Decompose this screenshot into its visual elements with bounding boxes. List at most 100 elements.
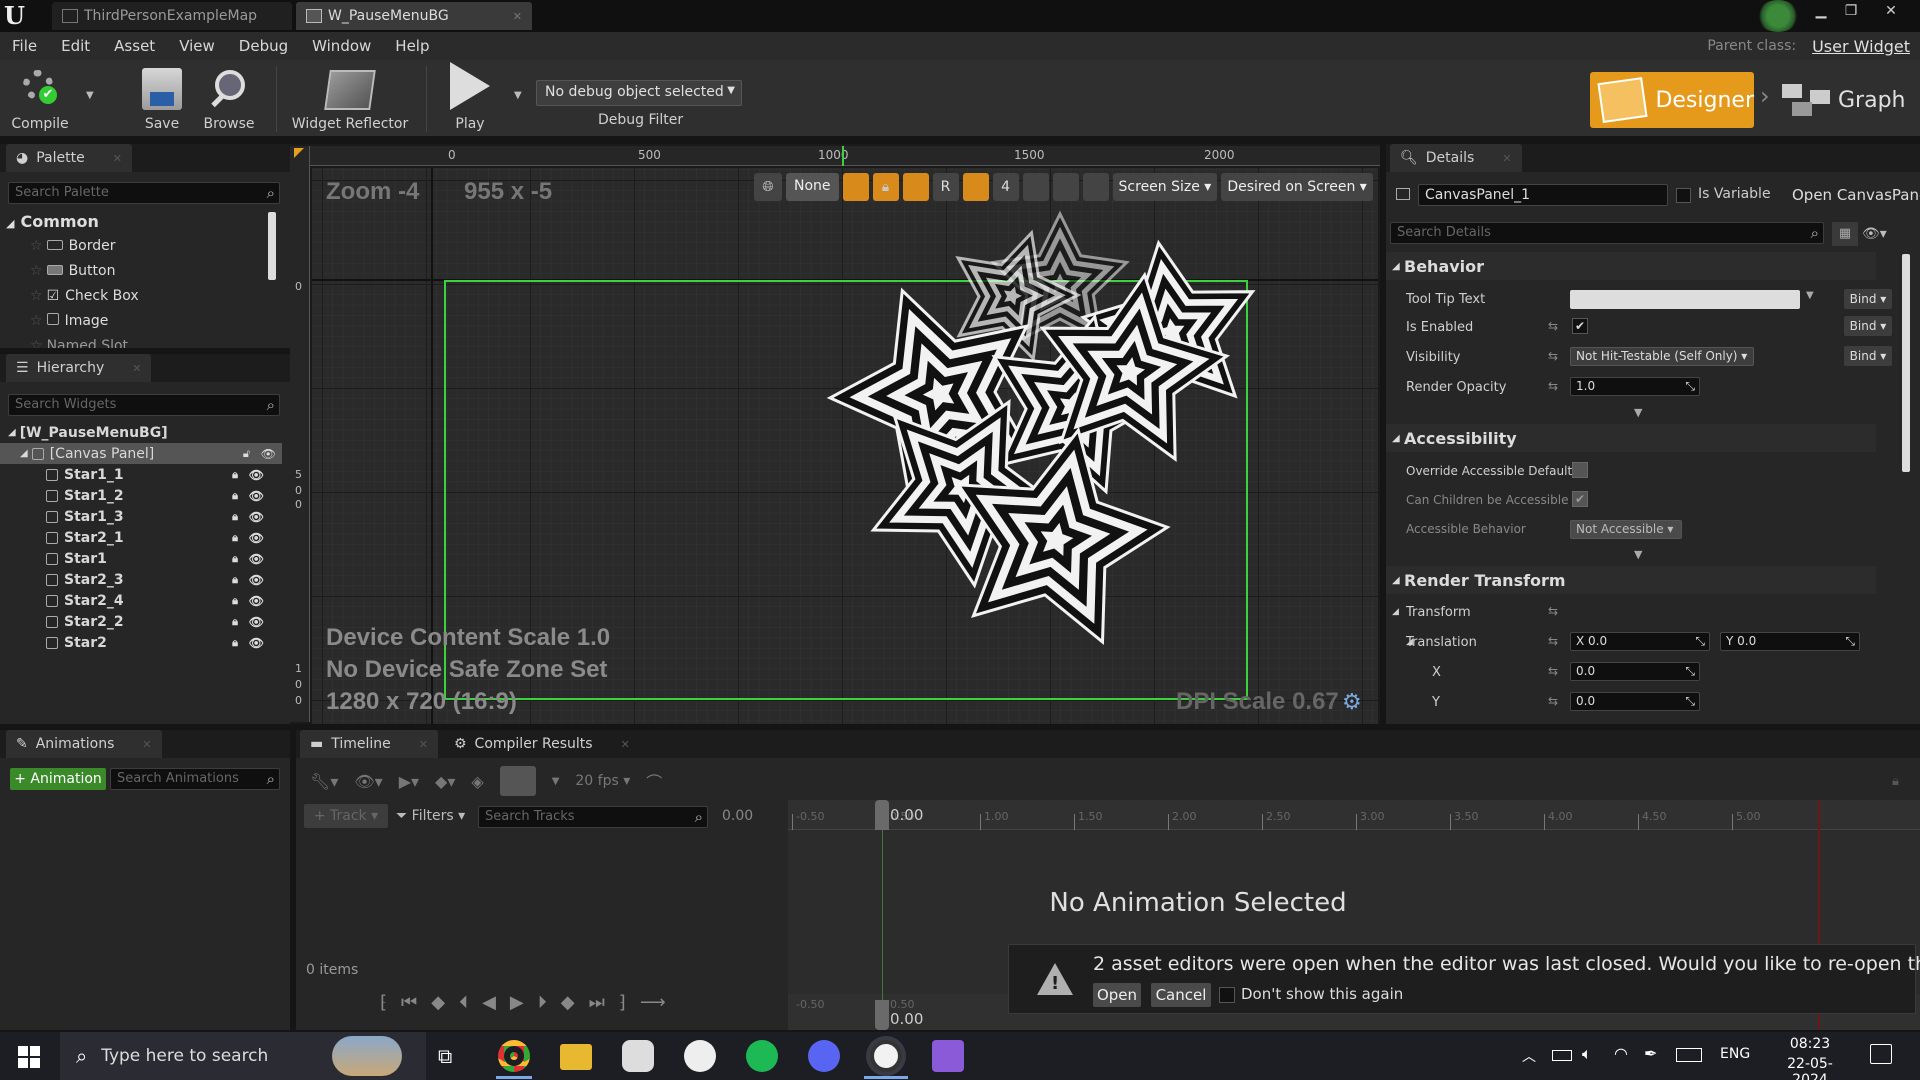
y-input[interactable]: 0.0 ⤡ <box>1570 692 1700 711</box>
reset-icon[interactable]: ⇆ <box>1548 694 1558 708</box>
background-image-icon[interactable] <box>1052 173 1079 201</box>
palette-category-common[interactable]: ◢ Common <box>6 212 99 231</box>
wifi-icon[interactable]: ◠ <box>1614 1044 1628 1063</box>
hierarchy-root[interactable]: ◢ [W_PauseMenuBG] <box>0 422 276 443</box>
close-icon[interactable]: ✕ <box>113 152 122 165</box>
designer-canvas[interactable]: Zoom -4 955 x -5 Device Content Scale 1.… <box>312 168 1378 724</box>
dpi-settings-gear-icon[interactable]: ⚙ <box>1342 690 1362 715</box>
translation-x-input[interactable]: X 0.0 ⤡ <box>1570 632 1710 651</box>
graph-mode-button[interactable]: Graph <box>1782 72 1912 128</box>
play-reverse-icon[interactable]: ◀ <box>482 992 496 1013</box>
wrench-icon[interactable]: 🔧︎▾ <box>310 772 338 791</box>
game-app-icon[interactable] <box>684 1040 716 1072</box>
step-forward-icon[interactable]: ⏵ <box>538 992 547 1013</box>
tooltip-text-field[interactable] <box>1570 290 1800 309</box>
spotify-icon[interactable] <box>746 1040 778 1072</box>
snap-icon[interactable]: ◈ <box>471 772 483 791</box>
globe-icon[interactable]: 🌐︎ <box>754 173 782 201</box>
prev-key-icon[interactable]: ◆ <box>431 992 445 1013</box>
input-language[interactable]: ENG <box>1720 1046 1750 1062</box>
close-icon[interactable]: ✕ <box>621 738 630 751</box>
tab-pause-menu-bg[interactable]: W_PauseMenuBG ✕ <box>296 2 532 30</box>
lock-icon[interactable]: 🔒︎ <box>232 594 238 608</box>
file-explorer-icon[interactable] <box>560 1044 592 1070</box>
notification-center-icon[interactable] <box>1870 1044 1892 1064</box>
hierarchy-item[interactable]: Star2_2 🔒︎ 👁︎ <box>0 611 276 632</box>
eye-icon[interactable]: 👁︎ <box>249 489 264 503</box>
hierarchy-item[interactable]: Star1 🔒︎ 👁︎ <box>0 548 276 569</box>
close-icon[interactable]: ✕ <box>513 10 522 23</box>
x-input[interactable]: 0.0 ⤡ <box>1570 662 1700 681</box>
menu-asset[interactable]: Asset <box>102 37 167 55</box>
fill-screen-dropdown[interactable]: Desired on Screen ▾ <box>1221 173 1373 201</box>
respect-locks-button[interactable]: R <box>932 173 959 201</box>
details-scrollbar[interactable] <box>1902 254 1910 472</box>
source-control-icon[interactable] <box>1756 0 1800 32</box>
add-track-button[interactable]: + Track ▾ <box>304 804 388 828</box>
visibility-bind-button[interactable]: Bind ▾ <box>1844 346 1892 366</box>
play-button[interactable]: Play <box>440 62 500 136</box>
palette-search-input[interactable]: Search Palette ⌕ <box>8 182 280 204</box>
jump-to-end-icon[interactable]: ⁆ <box>619 992 626 1013</box>
visual-studio-icon[interactable] <box>932 1040 964 1072</box>
jump-to-start-icon[interactable]: ⁅ <box>380 992 387 1013</box>
eye-icon[interactable]: 👁︎ <box>249 510 264 524</box>
layout-toggle-icon[interactable] <box>902 173 929 201</box>
advanced-expand-icon[interactable]: ▼ <box>1634 548 1642 561</box>
lock-icon[interactable]: 🔒︎ <box>1892 774 1899 789</box>
zoom-to-fit-icon[interactable] <box>1022 173 1049 201</box>
notification-cancel-button[interactable]: Cancel <box>1151 983 1211 1007</box>
section-behavior[interactable]: ◢ Behavior <box>1386 252 1876 280</box>
eye-icon[interactable]: 👁︎ <box>249 594 264 608</box>
hierarchy-search-input[interactable]: Search Widgets ⌕ <box>8 394 280 416</box>
close-icon[interactable]: ✕ <box>1502 152 1511 165</box>
maximize-icon[interactable]: ❐ <box>1836 0 1866 22</box>
favorite-star-icon[interactable]: ☆ <box>30 238 43 254</box>
curve-editor-icon[interactable]: ⌒ <box>646 769 662 793</box>
reset-icon[interactable]: ⇆ <box>1548 319 1558 333</box>
favorite-star-icon[interactable]: ☆ <box>30 288 43 304</box>
lock-icon[interactable]: 🔒︎ <box>232 636 238 650</box>
lock-icon[interactable]: 🔒︎ <box>232 573 238 587</box>
hierarchy-item[interactable]: Star1_2 🔒︎ 👁︎ <box>0 485 276 506</box>
tab-hierarchy[interactable]: ☰ Hierarchy ✕ <box>6 354 152 382</box>
favorite-star-icon[interactable]: ☆ <box>30 263 43 279</box>
widget-name-field[interactable]: CanvasPanel_1 <box>1418 184 1668 206</box>
compile-options-dropdown[interactable]: ▼ <box>86 90 94 101</box>
property-matrix-icon[interactable]: ▦ <box>1832 222 1858 246</box>
menu-edit[interactable]: Edit <box>49 37 102 55</box>
hierarchy-item[interactable]: Star2_4 🔒︎ 👁︎ <box>0 590 276 611</box>
lock-icon[interactable]: 🔒︎ <box>232 510 238 524</box>
drag-resize-icon[interactable]: ⤡ <box>1685 379 1695 394</box>
palette-scrollbar[interactable] <box>268 212 276 280</box>
discord-icon[interactable] <box>808 1040 840 1072</box>
favorite-star-icon[interactable]: ☆ <box>30 313 43 329</box>
section-accessibility[interactable]: ◢ Accessibility <box>1386 424 1876 452</box>
render-opacity-input[interactable]: 1.0 ⤡ <box>1570 377 1700 396</box>
jump-to-start-icon[interactable]: ⏮ <box>401 992 417 1013</box>
save-button[interactable]: Save <box>136 64 188 136</box>
menu-help[interactable]: Help <box>383 37 441 55</box>
parent-class-link[interactable]: User Widget <box>1800 37 1920 56</box>
reset-icon[interactable]: ⇆ <box>1548 664 1558 678</box>
playhead-line[interactable] <box>882 800 883 1030</box>
unreal-engine-icon[interactable] <box>870 1040 902 1072</box>
advanced-expand-icon[interactable]: ▼ <box>1634 406 1642 419</box>
flip-icon[interactable] <box>1082 173 1109 201</box>
override-accessible-checkbox[interactable] <box>1572 462 1588 478</box>
palette-item-border[interactable]: ☆ Border <box>30 238 116 254</box>
lock-icon[interactable]: 🔒︎ <box>232 468 238 482</box>
snap-dropdown-icon[interactable]: ▼ <box>552 776 560 787</box>
localization-none-button[interactable]: None <box>786 173 839 201</box>
next-key-icon[interactable]: ◆ <box>561 992 575 1013</box>
tray-chevron-up-icon[interactable]: ︿ <box>1522 1046 1536 1066</box>
snap-magnet-icon[interactable] <box>499 766 536 796</box>
play-forward-icon[interactable]: ▶ <box>510 992 524 1013</box>
loop-icon[interactable]: ⟶ <box>640 992 666 1013</box>
reset-icon[interactable]: ⇆ <box>1548 379 1558 393</box>
chat-app-icon[interactable] <box>622 1040 654 1072</box>
current-time-value[interactable]: 0.00 <box>722 808 753 824</box>
lock-icon[interactable]: 🔒︎ <box>232 552 238 566</box>
visibility-filter-eye-icon[interactable]: 👁︎▾ <box>1862 222 1902 246</box>
menu-window[interactable]: Window <box>300 37 383 55</box>
